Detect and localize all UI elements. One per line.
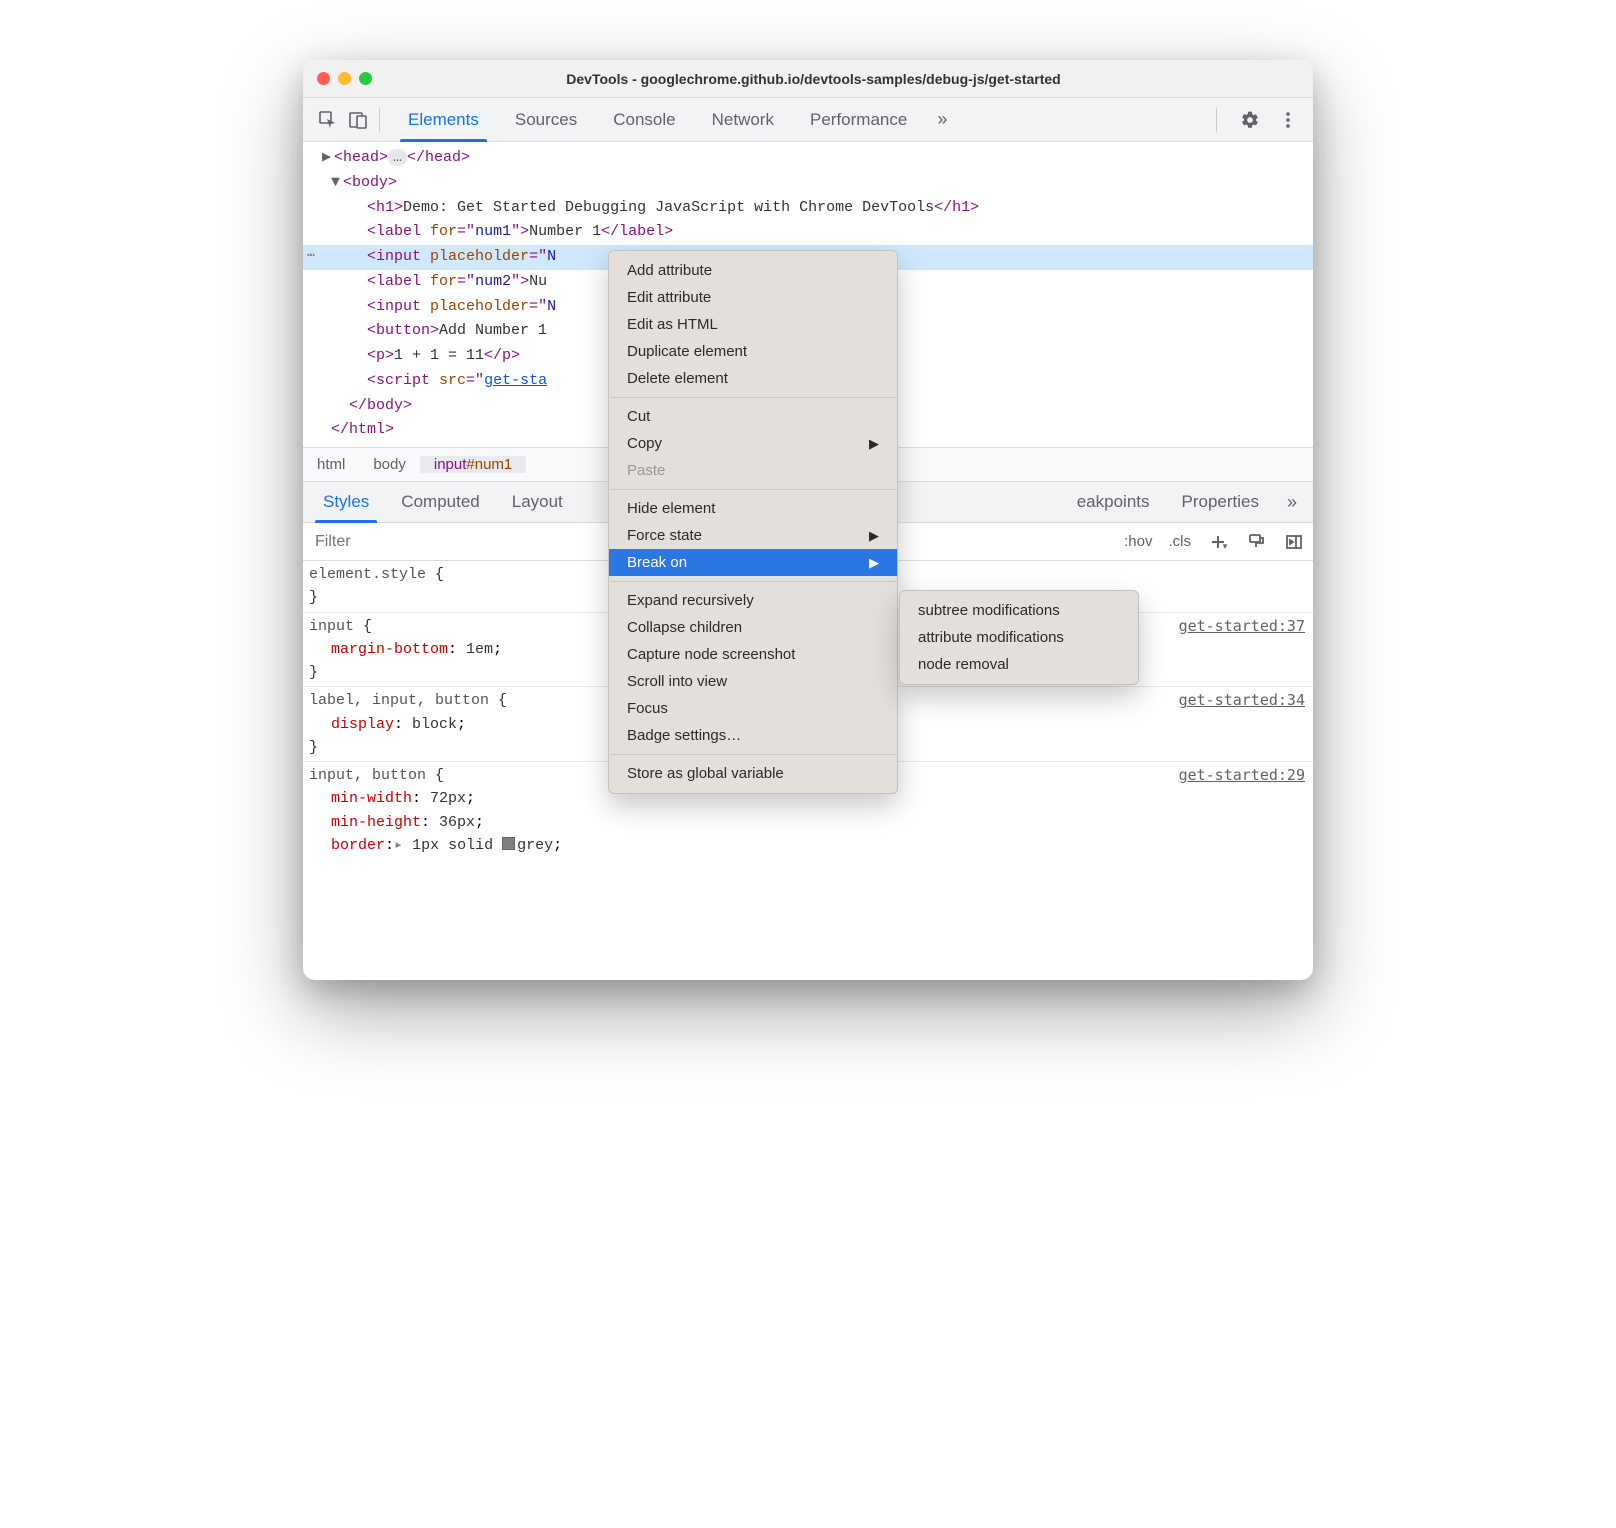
tab-elements[interactable]: Elements <box>390 98 497 141</box>
toolbar-divider-2 <box>1216 108 1217 132</box>
chevron-right-icon: ▶ <box>869 555 879 571</box>
device-toggle-icon[interactable] <box>343 105 373 135</box>
subtab-computed[interactable]: Computed <box>385 482 495 522</box>
ctx-hide-element[interactable]: Hide element <box>609 495 897 522</box>
dom-label1[interactable]: <label for="num1">Number 1</label> <box>303 220 1313 245</box>
ctx-separator <box>610 581 896 582</box>
panel-tabs: Elements Sources Console Network Perform… <box>390 98 959 141</box>
cls-toggle[interactable]: .cls <box>1169 533 1192 550</box>
ctx-node-removal[interactable]: node removal <box>900 651 1138 678</box>
ctx-separator <box>610 754 896 755</box>
chevron-right-icon: ▶ <box>869 528 879 544</box>
kebab-menu-icon[interactable] <box>1273 105 1303 135</box>
toolbar-divider <box>379 108 380 132</box>
devtools-window: DevTools - googlechrome.github.io/devtoo… <box>303 60 1313 980</box>
ctx-separator <box>610 397 896 398</box>
ctx-capture-screenshot[interactable]: Capture node screenshot <box>609 641 897 668</box>
ctx-paste: Paste <box>609 457 897 484</box>
subtab-properties[interactable]: Properties <box>1166 482 1275 522</box>
sidebar-toggle-icon[interactable] <box>1283 531 1305 553</box>
tab-sources[interactable]: Sources <box>497 98 595 141</box>
dom-body-open[interactable]: ▼<body> <box>303 171 1313 196</box>
crumb-html[interactable]: html <box>303 456 359 473</box>
context-submenu-break-on: subtree modifications attribute modifica… <box>899 590 1139 685</box>
more-subtabs-chevron-icon[interactable]: » <box>1275 492 1309 513</box>
ctx-add-attribute[interactable]: Add attribute <box>609 257 897 284</box>
tab-performance[interactable]: Performance <box>792 98 925 141</box>
crumb-selected[interactable]: input#num1 <box>420 456 526 473</box>
ctx-force-state[interactable]: Force state▶ <box>609 522 897 549</box>
ctx-edit-as-html[interactable]: Edit as HTML <box>609 311 897 338</box>
main-toolbar: Elements Sources Console Network Perform… <box>303 98 1313 142</box>
ctx-attribute-modifications[interactable]: attribute modifications <box>900 624 1138 651</box>
ctx-scroll-into-view[interactable]: Scroll into view <box>609 668 897 695</box>
color-swatch-icon[interactable] <box>502 837 515 850</box>
ctx-edit-attribute[interactable]: Edit attribute <box>609 284 897 311</box>
dom-h1[interactable]: <h1>Demo: Get Started Debugging JavaScri… <box>303 196 1313 221</box>
ctx-badge-settings[interactable]: Badge settings… <box>609 722 897 749</box>
ctx-subtree-modifications[interactable]: subtree modifications <box>900 597 1138 624</box>
inspect-element-icon[interactable] <box>313 105 343 135</box>
ctx-copy[interactable]: Copy▶ <box>609 430 897 457</box>
rule-source-link[interactable]: get-started:29 <box>1179 764 1305 787</box>
ctx-duplicate-element[interactable]: Duplicate element <box>609 338 897 365</box>
rule-source-link[interactable]: get-started:37 <box>1179 615 1305 638</box>
toolbar-right <box>1210 105 1303 135</box>
rule-source-link[interactable]: get-started:34 <box>1179 689 1305 712</box>
ctx-focus[interactable]: Focus <box>609 695 897 722</box>
settings-gear-icon[interactable] <box>1235 105 1265 135</box>
ctx-separator <box>610 489 896 490</box>
subtab-layout[interactable]: Layout <box>496 482 579 522</box>
tab-network[interactable]: Network <box>694 98 792 141</box>
ctx-collapse-children[interactable]: Collapse children <box>609 614 897 641</box>
ctx-delete-element[interactable]: Delete element <box>609 365 897 392</box>
ctx-store-global[interactable]: Store as global variable <box>609 760 897 787</box>
chevron-right-icon: ▶ <box>869 436 879 452</box>
paint-icon[interactable] <box>1245 531 1267 553</box>
subtab-breakpoints-partial[interactable]: eakpoints <box>1077 482 1166 522</box>
ctx-expand-recursively[interactable]: Expand recursively <box>609 587 897 614</box>
context-menu: Add attribute Edit attribute Edit as HTM… <box>608 250 898 794</box>
window-title: DevTools - googlechrome.github.io/devtoo… <box>328 71 1299 87</box>
tab-console[interactable]: Console <box>595 98 693 141</box>
ctx-cut[interactable]: Cut <box>609 403 897 430</box>
subtab-styles[interactable]: Styles <box>307 482 385 522</box>
crumb-body[interactable]: body <box>359 456 420 473</box>
ctx-break-on[interactable]: Break on▶ <box>609 549 897 576</box>
ellipsis-icon[interactable]: ⋯ <box>307 245 315 266</box>
titlebar: DevTools - googlechrome.github.io/devtoo… <box>303 60 1313 98</box>
more-tabs-chevron-icon[interactable]: » <box>925 109 959 130</box>
new-style-rule-plus-icon[interactable]: ▾ <box>1207 531 1229 553</box>
filter-actions: :hov .cls ▾ <box>1124 531 1305 553</box>
dom-head[interactable]: ▶<head>…</head> <box>303 146 1313 171</box>
hov-toggle[interactable]: :hov <box>1124 533 1152 550</box>
